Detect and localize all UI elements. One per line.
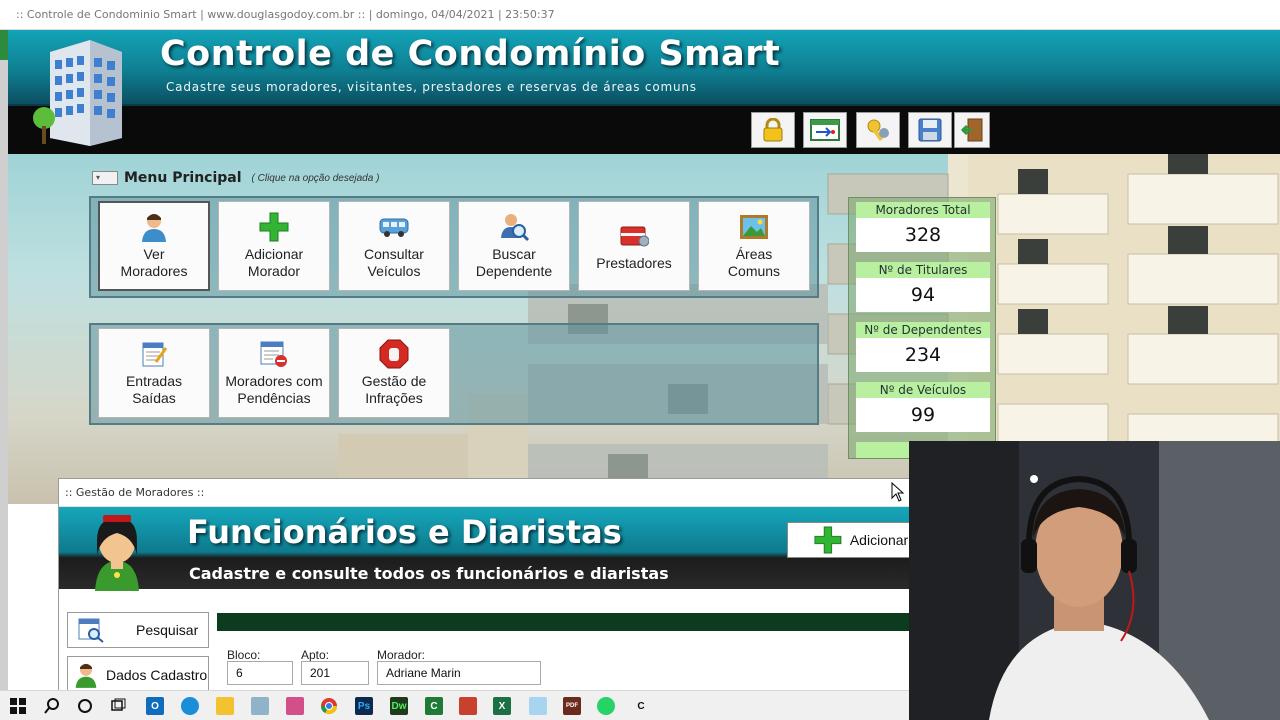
gestao-moradores-window: :: Gestão de Moradores :: Funcionários e… bbox=[58, 478, 910, 692]
prestadores-button[interactable]: Prestadores bbox=[578, 201, 690, 291]
excel-icon[interactable]: X bbox=[493, 697, 511, 715]
edge-icon[interactable] bbox=[181, 697, 199, 715]
menu-header: ▾ Menu Principal ( Clique na opção desej… bbox=[92, 170, 379, 186]
app-icon-3[interactable] bbox=[459, 697, 477, 715]
entradas-saidas-button[interactable]: Entradas Saídas bbox=[98, 328, 210, 418]
menu-hint: ( Clique na opção desejada ) bbox=[251, 172, 380, 184]
exchange-icon bbox=[810, 119, 840, 141]
stop-hand-icon bbox=[379, 339, 409, 369]
lock-icon bbox=[763, 118, 783, 142]
subwindow-title: :: Gestão de Moradores :: bbox=[65, 486, 205, 499]
user-icon bbox=[139, 212, 169, 242]
adicionar-funcionario-button[interactable]: Adicionar I bbox=[787, 522, 909, 558]
outlook-icon[interactable]: O bbox=[146, 697, 164, 715]
stat-label-dependentes: Nº de Dependentes bbox=[856, 322, 990, 338]
pending-form-icon bbox=[259, 339, 289, 369]
mouse-cursor-icon bbox=[891, 482, 905, 502]
gestao-infracoes-button[interactable]: Gestão de Infrações bbox=[338, 328, 450, 418]
building-logo-icon bbox=[33, 40, 122, 146]
pdf-icon[interactable]: PDF bbox=[563, 697, 581, 715]
app-header: Controle de Condomínio Smart Cadastre se… bbox=[8, 30, 1280, 106]
section-header-bar bbox=[217, 613, 909, 631]
app-icon-1[interactable] bbox=[251, 697, 269, 715]
bloco-field[interactable]: 6 bbox=[227, 661, 293, 685]
subwindow-banner: Funcionários e Diaristas Cadastre e cons… bbox=[59, 507, 909, 591]
stat-value-dependentes: 234 bbox=[856, 338, 990, 372]
window-titlebar: :: Controle de Condominio Smart | www.do… bbox=[0, 0, 1280, 30]
key-user-icon bbox=[867, 119, 889, 142]
notepad-icon bbox=[139, 339, 169, 369]
ver-moradores-button[interactable]: Ver Moradores bbox=[98, 201, 210, 291]
adicionar-morador-button[interactable]: Adicionar Morador bbox=[218, 201, 330, 291]
left-window-edge bbox=[0, 30, 8, 690]
window-title: :: Controle de Condominio Smart | www.do… bbox=[16, 8, 555, 21]
bloco-label: Bloco: bbox=[227, 648, 261, 662]
stat-value-moradores-total: 328 bbox=[856, 218, 990, 252]
app-icon-2[interactable] bbox=[286, 697, 304, 715]
search-icon[interactable] bbox=[43, 697, 61, 715]
maid-avatar-icon bbox=[95, 515, 139, 591]
consultar-veiculos-button[interactable]: Consultar Veículos bbox=[338, 201, 450, 291]
save-disk-icon bbox=[918, 118, 942, 142]
subwindow-heading: Funcionários e Diaristas bbox=[187, 513, 622, 551]
moradores-pendencias-button[interactable]: Moradores com Pendências bbox=[218, 328, 330, 418]
subwindow-titlebar: :: Gestão de Moradores :: bbox=[59, 479, 909, 507]
app-subtitle: Cadastre seus moradores, visitantes, pre… bbox=[166, 80, 697, 94]
subwindow-subheading: Cadastre e consulte todos os funcionário… bbox=[189, 564, 669, 583]
stat-label-moradores-total: Moradores Total bbox=[856, 202, 990, 218]
notepad-taskbar-icon[interactable] bbox=[529, 697, 547, 715]
app-icon-4[interactable]: C bbox=[632, 697, 650, 715]
windows-taskbar bbox=[0, 690, 909, 720]
plus-icon bbox=[814, 526, 842, 554]
toolbox-icon bbox=[619, 221, 649, 251]
search-person-icon bbox=[499, 212, 529, 242]
morador-label: Morador: bbox=[377, 648, 426, 662]
dreamweaver-icon[interactable]: Dw bbox=[390, 697, 408, 715]
exit-button[interactable] bbox=[954, 112, 990, 148]
windows-start-icon[interactable] bbox=[9, 697, 27, 715]
photoshop-icon[interactable]: Ps bbox=[355, 697, 373, 715]
areas-comuns-button[interactable]: Áreas Comuns bbox=[698, 201, 810, 291]
file-explorer-icon[interactable] bbox=[216, 697, 234, 715]
exchange-button[interactable] bbox=[803, 112, 847, 148]
apto-label: Apto: bbox=[301, 648, 330, 662]
webcam-overlay bbox=[909, 441, 1280, 720]
buscar-dependente-button[interactable]: Buscar Dependente bbox=[458, 201, 570, 291]
save-button[interactable] bbox=[908, 112, 952, 148]
access-key-button[interactable] bbox=[856, 112, 900, 148]
toolbar-strip bbox=[8, 106, 1280, 154]
morador-field[interactable]: Adriane Marin bbox=[377, 661, 541, 685]
pesquisar-button[interactable]: Pesquisar bbox=[67, 612, 209, 648]
menu-title: Menu Principal bbox=[124, 170, 242, 186]
dados-cadastro-button[interactable]: Dados Cadastro bbox=[67, 656, 209, 691]
cortana-icon[interactable] bbox=[76, 697, 94, 715]
chrome-icon[interactable] bbox=[320, 697, 338, 715]
apto-field[interactable]: 201 bbox=[301, 661, 369, 685]
app-title: Controle de Condomínio Smart bbox=[160, 34, 781, 74]
stat-value-titulares: 94 bbox=[856, 278, 990, 312]
task-view-icon[interactable] bbox=[109, 697, 127, 715]
stat-label-veiculos: Nº de Veículos bbox=[856, 382, 990, 398]
lock-button[interactable] bbox=[751, 112, 795, 148]
picture-icon bbox=[739, 212, 769, 242]
whatsapp-icon[interactable] bbox=[597, 697, 615, 715]
user-icon bbox=[75, 663, 97, 688]
plus-icon bbox=[259, 212, 289, 242]
menu-dropdown-icon[interactable]: ▾ bbox=[92, 171, 118, 185]
stat-value-veiculos: 99 bbox=[856, 398, 990, 432]
search-form-icon bbox=[78, 618, 104, 643]
exit-door-icon bbox=[960, 118, 983, 142]
stat-label-titulares: Nº de Titulares bbox=[856, 262, 990, 278]
camtasia-icon[interactable]: C bbox=[425, 697, 443, 715]
bus-icon bbox=[379, 212, 409, 242]
